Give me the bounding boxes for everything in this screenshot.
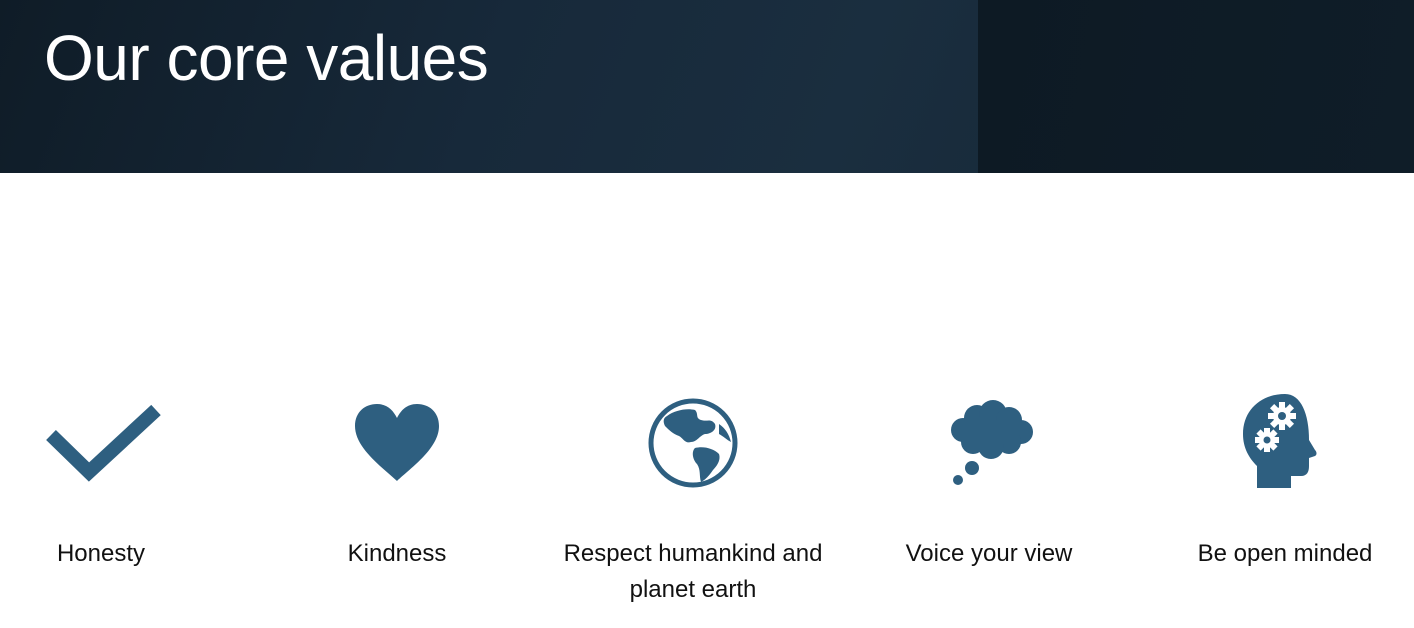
globe-icon <box>633 390 753 500</box>
value-label: Voice your view <box>905 540 1073 567</box>
page-title: Our core values <box>44 22 489 94</box>
value-item-respect: Respect humankind and planet earth <box>563 390 823 608</box>
head-gears-icon <box>1225 390 1345 500</box>
value-item-kindness: Kindness <box>267 390 527 572</box>
value-item-voice: Voice your view <box>859 390 1119 572</box>
checkmark-icon <box>41 390 161 500</box>
value-item-honesty: Honesty <box>0 390 231 572</box>
value-item-open-minded: Be open minded <box>1155 390 1414 572</box>
header-banner: Our core values <box>0 0 1414 173</box>
heart-icon <box>337 390 457 500</box>
value-label: Honesty <box>56 540 146 567</box>
thought-bubble-icon <box>929 390 1049 500</box>
value-label: Respect humankind and planet earth <box>563 540 823 603</box>
value-label: Be open minded <box>1197 540 1373 567</box>
value-label: Kindness <box>347 540 447 567</box>
banner-shade <box>978 0 1414 173</box>
